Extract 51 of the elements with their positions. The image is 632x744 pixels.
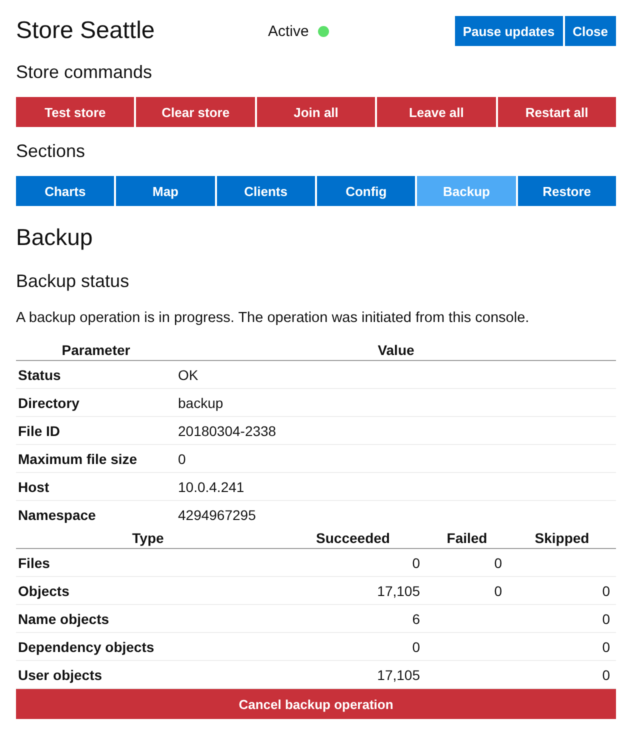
command-button[interactable]: Leave all (377, 97, 496, 127)
store-title: Store Seattle (16, 17, 156, 45)
column-header: Failed (426, 528, 508, 548)
type-name: Objects (16, 576, 280, 604)
column-header: Succeeded (280, 528, 426, 548)
parameter-value: 10.0.4.241 (176, 472, 616, 500)
cancel-backup-button[interactable]: Cancel backup operation (16, 689, 616, 719)
parameter-name: Host (16, 472, 176, 500)
column-header: Parameter (16, 340, 176, 360)
parameter-name: Namespace (16, 500, 176, 528)
parameter-value: backup (176, 388, 616, 416)
column-header: Type (16, 528, 280, 548)
count-cell: 0 (508, 632, 616, 660)
command-button[interactable]: Restart all (498, 97, 616, 127)
count-cell: 0 (508, 604, 616, 632)
command-button[interactable]: Clear store (136, 97, 255, 127)
section-tab[interactable]: Restore (518, 176, 616, 206)
status-message: A backup operation is in progress. The operation was initiated from this console. (16, 310, 530, 326)
count-cell: 17,105 (280, 576, 426, 604)
count-cell: 0 (426, 576, 508, 604)
type-name: Files (16, 548, 280, 576)
column-header: Skipped (508, 528, 616, 548)
count-cell: 0 (508, 576, 616, 604)
type-name: Dependency objects (16, 632, 280, 660)
header-button[interactable]: Close (564, 16, 616, 46)
parameter-name: Status (16, 360, 176, 388)
parameter-name: Maximum file size (16, 444, 176, 472)
parameter-name: Directory (16, 388, 176, 416)
section-heading: Sections (16, 140, 86, 162)
section-tab[interactable]: Map (116, 176, 215, 206)
count-cell: 0 (280, 548, 426, 576)
column-header: Value (176, 340, 616, 360)
count-cell: 0 (280, 632, 426, 660)
type-name: Name objects (16, 604, 280, 632)
count-cell: 6 (280, 604, 426, 632)
header-button[interactable]: Pause updates (454, 16, 563, 46)
command-button[interactable]: Join all (256, 97, 376, 127)
section-tab[interactable]: Config (316, 176, 416, 206)
parameter-value: 0 (176, 444, 616, 472)
status-label: Active (268, 22, 309, 40)
parameter-value: OK (176, 360, 616, 388)
parameter-value: 4294967295 (176, 500, 616, 528)
section-tab[interactable]: Clients (216, 176, 315, 206)
section-heading: Store commands (16, 61, 154, 83)
section-tab[interactable]: Charts (16, 176, 114, 206)
count-cell: 0 (426, 548, 508, 576)
page-subtitle: Backup status (16, 270, 130, 292)
page-title: Backup (16, 223, 94, 251)
command-button[interactable]: Test store (16, 97, 134, 127)
parameter-name: File ID (16, 416, 176, 444)
parameter-value: 20180304-2338 (176, 416, 616, 444)
